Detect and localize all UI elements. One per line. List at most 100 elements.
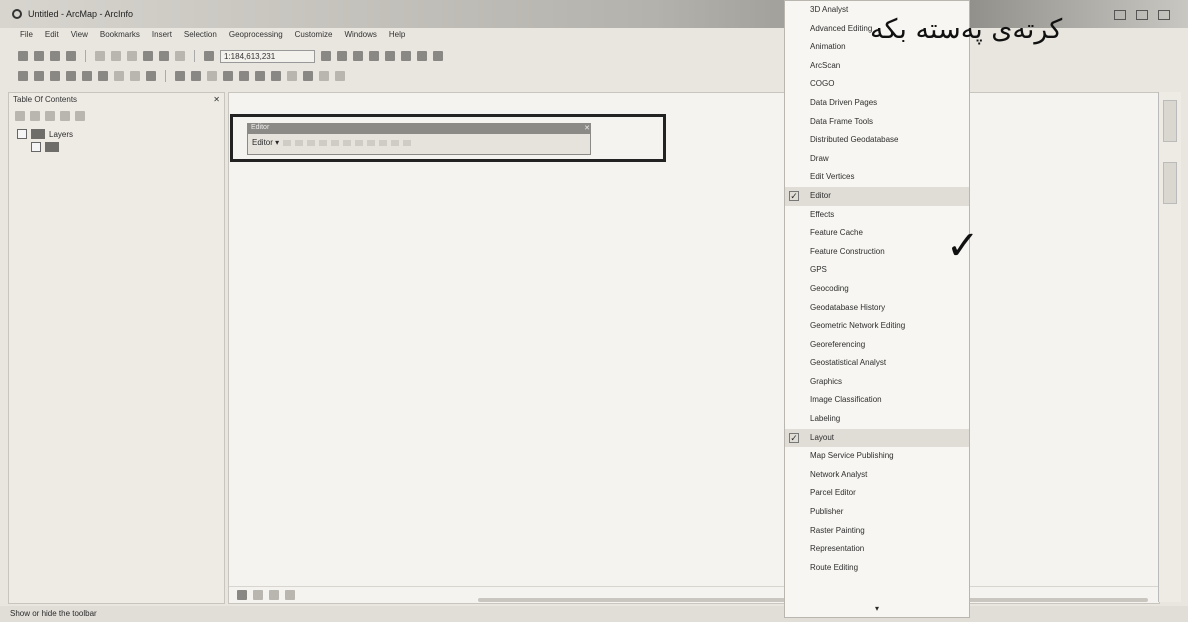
menu-selection[interactable]: Selection [184,30,217,44]
menu-insert[interactable]: Insert [152,30,172,44]
sketch-properties-icon[interactable] [391,139,400,146]
new-document-icon[interactable] [18,51,28,61]
paste-icon[interactable] [127,51,137,61]
menu-item-labeling[interactable]: Labeling [785,410,969,429]
catalog-tab[interactable] [1163,100,1177,142]
menu-item-raster-painting[interactable]: Raster Painting [785,522,969,541]
menu-item-network-analyst[interactable]: Network Analyst [785,466,969,485]
cut-icon[interactable] [95,51,105,61]
menu-edit[interactable]: Edit [45,30,59,44]
create-viewer-window-icon[interactable] [335,71,345,81]
edit-annotation-icon[interactable] [295,139,304,146]
python-window-icon[interactable] [401,51,411,61]
menu-item-editor[interactable]: ✓ Editor [785,186,969,206]
globe-icon[interactable] [146,71,156,81]
menu-help[interactable]: Help [389,30,405,44]
select-elements-icon[interactable] [175,71,185,81]
close-button[interactable] [1158,10,1170,20]
menu-customize[interactable]: Customize [295,30,333,44]
menu-item-data-driven-pages[interactable]: Data Driven Pages [785,94,969,113]
menu-item-graphics[interactable]: Graphics [785,373,969,392]
menu-item-effects[interactable]: Effects [785,206,969,225]
menu-item-geocoding[interactable]: Geocoding [785,280,969,299]
list-by-drawing-order-icon[interactable] [15,111,25,121]
editor-toolbar-close-icon[interactable]: ✕ [584,124,590,134]
time-slider-icon[interactable] [319,71,329,81]
zoom-in-icon[interactable] [18,71,28,81]
html-popup-icon[interactable] [303,71,313,81]
copy-icon[interactable] [111,51,121,61]
clear-selection-icon[interactable] [223,71,233,81]
list-by-selection-icon[interactable] [60,111,70,121]
undo-icon[interactable] [159,51,169,61]
print-icon[interactable] [66,51,76,61]
delete-icon[interactable] [143,51,153,61]
go-back-icon[interactable] [114,71,124,81]
editor-toolbar-icon[interactable] [321,51,331,61]
menu-item-map-service-publishing[interactable]: Map Service Publishing [785,447,969,466]
toc-close-icon[interactable]: ✕ [213,95,220,107]
menu-item-draw[interactable]: Draw [785,150,969,169]
pause-drawing-icon[interactable] [285,590,295,600]
search-window-icon[interactable] [369,51,379,61]
select-features-icon[interactable] [207,71,217,81]
menu-item-geostatistical-analyst[interactable]: Geostatistical Analyst [785,354,969,373]
menu-view[interactable]: View [71,30,88,44]
straight-segment-icon[interactable] [307,139,316,146]
catalog-window-icon[interactable] [353,51,363,61]
menu-bookmarks[interactable]: Bookmarks [100,30,140,44]
menu-item-parcel-editor[interactable]: Parcel Editor [785,484,969,503]
toc-options-icon[interactable] [75,111,85,121]
menu-geoprocessing[interactable]: Geoprocessing [229,30,283,44]
refresh-icon[interactable] [269,590,279,600]
model-builder-icon[interactable] [417,51,427,61]
menu-item-representation[interactable]: Representation [785,540,969,559]
add-data-icon[interactable] [204,51,214,61]
attributes-icon[interactable] [379,139,388,146]
menu-scroll-down-arrow[interactable]: ▾ [875,604,879,613]
open-icon[interactable] [34,51,44,61]
minimize-button[interactable] [1114,10,1126,20]
menu-item-gps[interactable]: GPS [785,261,969,280]
split-icon[interactable] [355,139,364,146]
fixed-zoom-out-icon[interactable] [98,71,108,81]
data-view-icon[interactable] [237,590,247,600]
menu-item-distributed-geodatabase[interactable]: Distributed Geodatabase [785,131,969,150]
menu-item-route-editing[interactable]: Route Editing [785,559,969,578]
search-tab[interactable] [1163,162,1177,204]
map-scale-input[interactable]: 1:184,613,231 [220,49,315,63]
layer-row[interactable] [17,142,216,152]
menu-item-arcscan[interactable]: ArcScan [785,57,969,76]
table-of-contents-icon[interactable] [337,51,347,61]
pan-icon[interactable] [50,71,60,81]
identify-icon[interactable] [191,71,201,81]
layer-visibility-checkbox[interactable] [31,142,41,152]
save-icon[interactable] [50,51,60,61]
hyperlink-icon[interactable] [287,71,297,81]
end-point-arc-icon[interactable] [319,139,328,146]
fixed-zoom-in-icon[interactable] [82,71,92,81]
menu-item-publisher[interactable]: Publisher [785,503,969,522]
go-to-xy-icon[interactable] [255,71,265,81]
measure-icon[interactable] [271,71,281,81]
rotate-icon[interactable] [367,139,376,146]
menu-file[interactable]: File [20,30,33,44]
trace-icon[interactable] [331,139,340,146]
maximize-button[interactable] [1136,10,1148,20]
find-icon[interactable] [239,71,249,81]
menu-item-feature-cache[interactable]: Feature Cache [785,224,969,243]
menu-item-geodatabase-history[interactable]: Geodatabase History [785,299,969,318]
redo-icon[interactable] [175,51,185,61]
list-by-visibility-icon[interactable] [45,111,55,121]
menu-item-cogo[interactable]: COGO [785,75,969,94]
menu-item-image-classification[interactable]: Image Classification [785,391,969,410]
list-by-source-icon[interactable] [30,111,40,121]
zoom-out-icon[interactable] [34,71,44,81]
edit-tool-icon[interactable] [283,139,292,146]
full-extent-icon[interactable] [66,71,76,81]
menu-item-georeferencing[interactable]: Georeferencing [785,336,969,355]
layout-view-icon[interactable] [253,590,263,600]
go-forward-icon[interactable] [130,71,140,81]
whats-this-help-icon[interactable] [433,51,443,61]
collapse-icon[interactable] [17,129,27,139]
